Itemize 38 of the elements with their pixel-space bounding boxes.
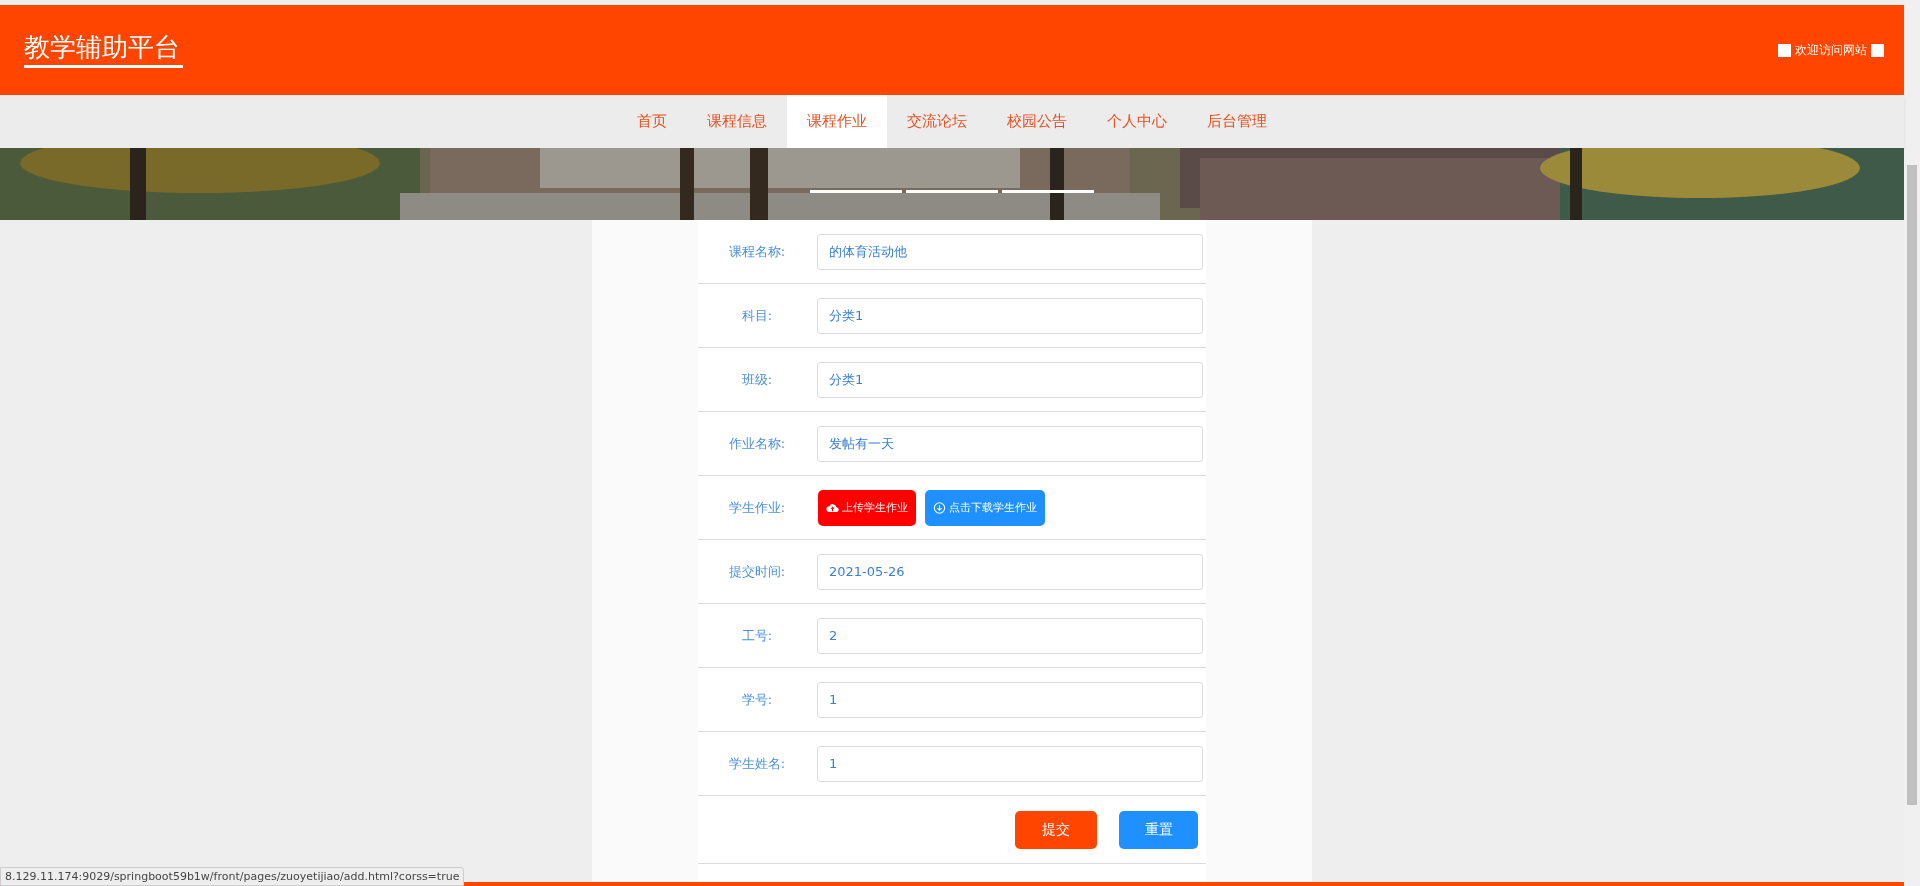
input-field[interactable]: 分类1 <box>817 361 1203 398</box>
welcome-text: 欢迎访问网站 <box>1795 41 1867 59</box>
upload-button[interactable]: 上传学生作业 <box>818 489 916 526</box>
download-button[interactable]: 点击下载学生作业 <box>925 489 1045 526</box>
nav-tab[interactable]: 交流论坛 <box>887 95 987 148</box>
field-label: 学号: <box>740 690 774 709</box>
field-label: 提交时间: <box>727 562 787 581</box>
field-label: 作业名称: <box>727 434 787 453</box>
submit-button[interactable]: 提交 <box>1015 810 1097 849</box>
field-label: 工号: <box>740 626 774 645</box>
download-icon <box>933 501 946 514</box>
input-field[interactable]: 1 <box>817 745 1203 782</box>
nav-tab[interactable]: 后台管理 <box>1187 95 1287 148</box>
nav-tab[interactable]: 课程信息 <box>687 95 787 148</box>
field-label: 学生姓名: <box>727 754 787 773</box>
field-label: 班级: <box>740 370 774 389</box>
input-field[interactable]: 1 <box>817 681 1203 718</box>
nav-tab[interactable]: 个人中心 <box>1087 95 1187 148</box>
square-icon <box>1871 43 1884 57</box>
input-field[interactable]: 2 <box>817 617 1203 654</box>
nav-tab[interactable]: 首页 <box>617 95 687 148</box>
slide-indicator[interactable] <box>810 190 902 193</box>
site-title: 教学辅助平台 <box>24 31 183 69</box>
field-label: 科目: <box>740 306 774 325</box>
input-field[interactable]: 分类1 <box>817 297 1203 334</box>
input-field[interactable]: 发帖有一天 <box>817 425 1203 462</box>
field-label: 学生作业: <box>727 498 787 517</box>
nav-tab[interactable]: 校园公告 <box>987 95 1087 148</box>
input-field[interactable]: 的体育活动他 <box>817 233 1203 270</box>
reset-button[interactable]: 重置 <box>1119 810 1198 849</box>
nav-tab[interactable]: 课程作业 <box>787 95 887 148</box>
square-icon <box>1778 43 1791 57</box>
status-url: 8.129.11.174:9029/springboot59b1w/front/pages/zuoyetijiao/add.html?corss=true <box>0 867 465 886</box>
input-field[interactable]: 2021-05-26 <box>817 553 1203 590</box>
slide-indicator[interactable] <box>906 190 998 193</box>
slide-indicator[interactable] <box>1002 190 1094 193</box>
cloud-upload-icon <box>826 501 839 514</box>
field-label: 课程名称: <box>727 242 787 261</box>
